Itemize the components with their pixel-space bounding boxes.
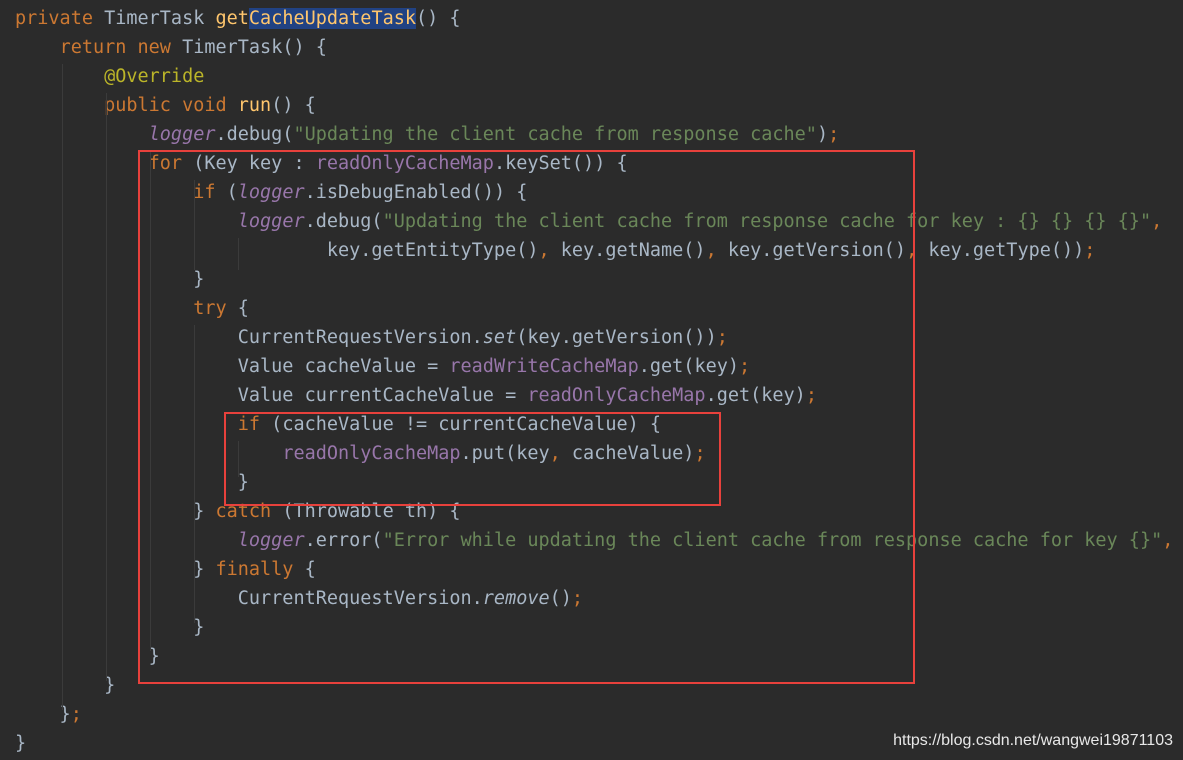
- code-line: }: [15, 675, 116, 696]
- if-block-highlight-box: [224, 412, 721, 506]
- code-line: private TimerTask getCacheUpdateTask() {: [15, 8, 461, 29]
- code-line: }: [15, 733, 27, 754]
- code-line: public void run() {: [104, 95, 316, 116]
- code-line: @Override: [104, 66, 205, 87]
- indent-guide: [62, 64, 63, 710]
- indent-guide: [106, 93, 107, 681]
- code-line: };: [15, 704, 82, 725]
- code-line: logger.debug("Updating the client cache …: [148, 124, 840, 145]
- code-line: return new TimerTask() {: [59, 37, 327, 58]
- watermark: https://blog.csdn.net/wangwei19871103: [893, 732, 1173, 749]
